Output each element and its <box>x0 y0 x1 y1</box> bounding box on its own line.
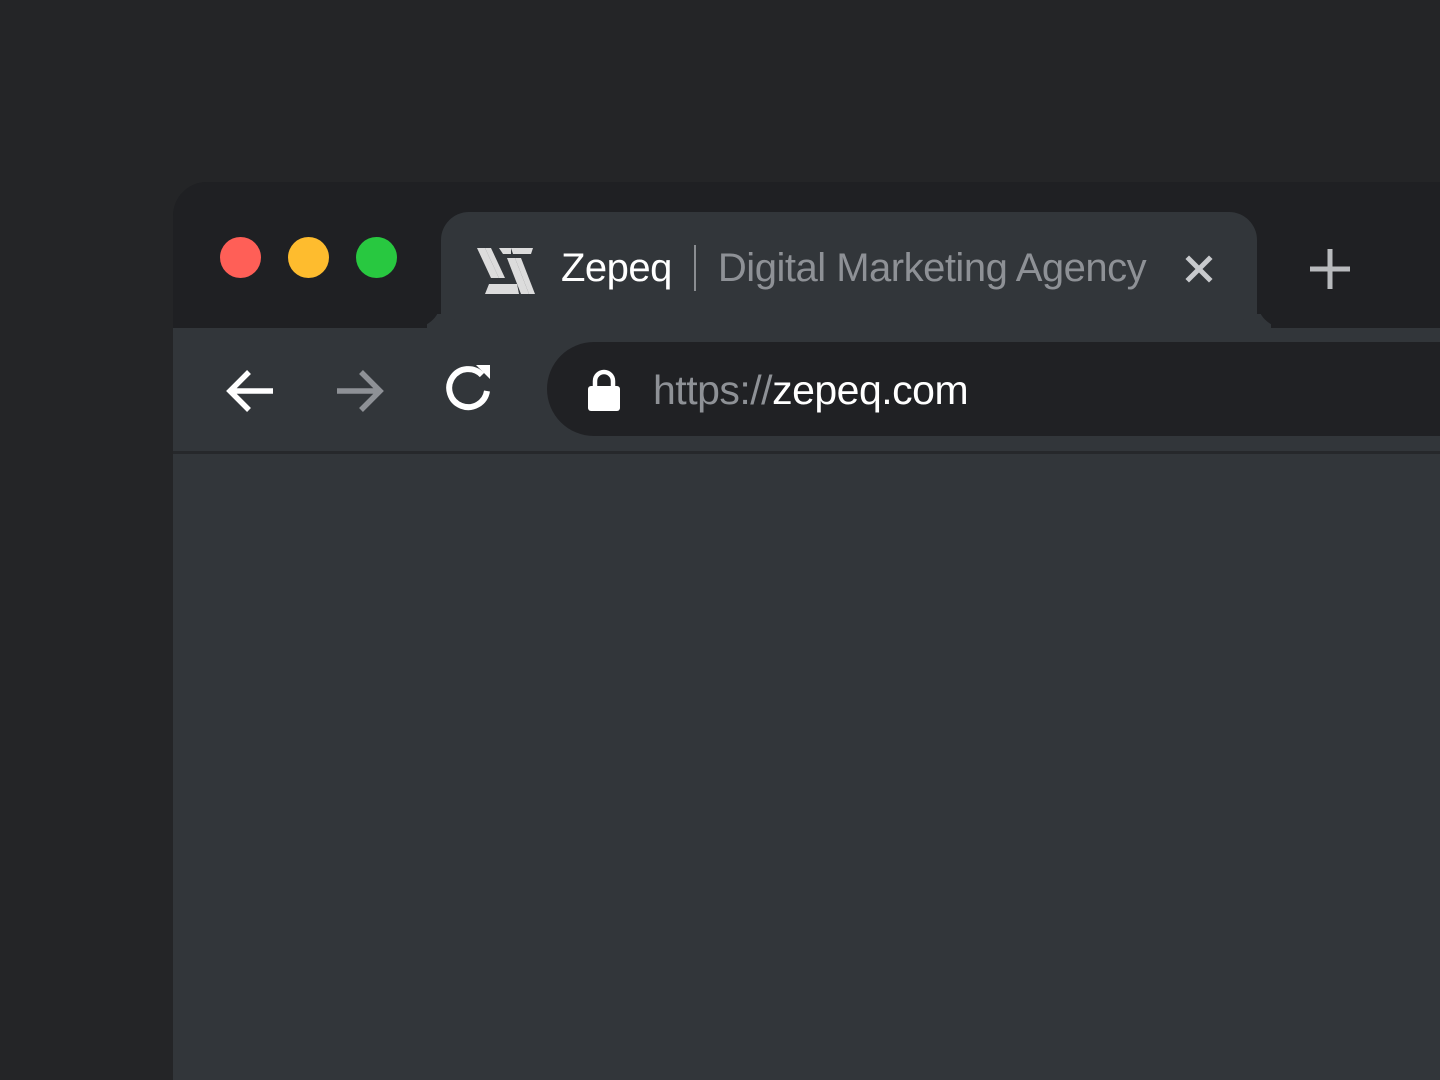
url-host: zepeq.com <box>772 366 969 413</box>
tab-title: Zepeq Digital Marketing Agency <box>561 238 1147 298</box>
url-scheme: https:// <box>653 366 773 413</box>
reload-icon[interactable] <box>440 361 496 417</box>
address-bar[interactable]: https://zepeq.com <box>547 342 1440 436</box>
arrow-left-icon[interactable] <box>223 363 279 419</box>
lock-icon <box>588 369 620 411</box>
window-close-button[interactable] <box>220 237 261 278</box>
close-icon[interactable] <box>1184 254 1214 284</box>
tab-active[interactable]: Zepeq Digital Marketing Agency <box>441 212 1257 328</box>
browser-window: Zepeq Digital Marketing Agency https:// … <box>173 182 1440 1080</box>
window-minimize-button[interactable] <box>288 237 329 278</box>
page-content <box>173 454 1440 1080</box>
tab-title-separator <box>693 245 696 291</box>
url-text[interactable]: https://zepeq.com <box>653 360 969 420</box>
plus-icon[interactable] <box>1308 247 1352 291</box>
zepeq-logo-icon <box>477 248 535 294</box>
toolbar: https://zepeq.com <box>173 328 1440 451</box>
tab-strip: Zepeq Digital Marketing Agency <box>173 182 1440 328</box>
tab-title-brand: Zepeq <box>561 245 672 290</box>
window-zoom-button[interactable] <box>356 237 397 278</box>
tab-title-subtitle: Digital Marketing Agency <box>717 245 1147 290</box>
arrow-right-icon[interactable] <box>331 363 387 419</box>
